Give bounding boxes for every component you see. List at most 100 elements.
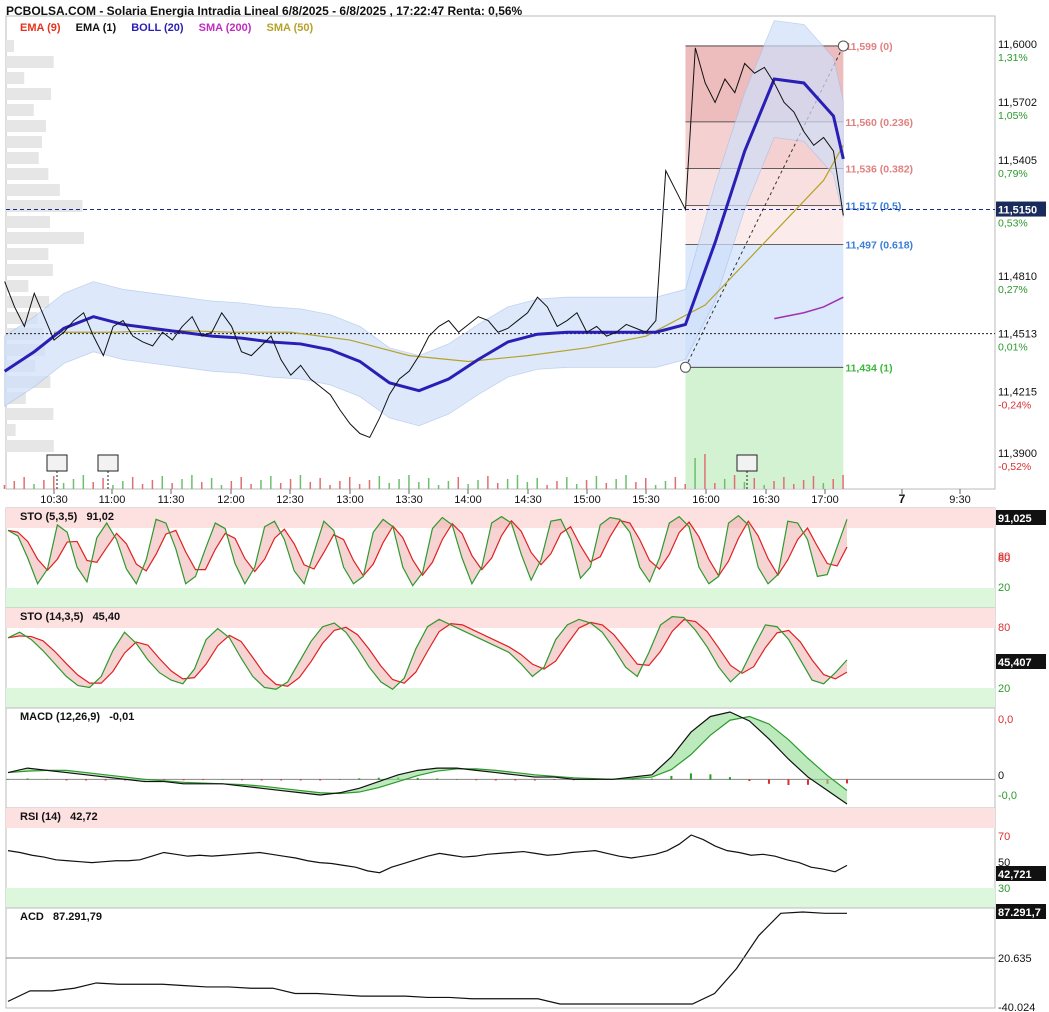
volume-profile-bar [6,424,16,436]
pct-tick-label: 0,53% [998,218,1028,230]
price-tick-label: 11,4513 [998,329,1037,341]
volume-profile-bar [6,232,84,244]
fib-level-label: 11,536 (0.382) [845,164,913,176]
overbought-zone [6,808,995,828]
volume-bar [171,483,173,489]
macd-histogram-bar [7,779,9,780]
volume-bar [53,476,55,489]
volume-bar [3,485,6,489]
volume-bar [230,481,233,489]
level-label: 30 [998,883,1010,895]
volume-bar [546,485,548,489]
volume-bar [33,484,35,489]
x-tick-label: 11:30 [158,494,185,506]
macd-histogram-bar [338,779,341,780]
volume-profile-bar [6,88,52,100]
level-label: 70 [998,831,1010,843]
macd-histogram-bar [260,779,263,781]
volume-bar [723,479,726,489]
volume-bar [339,481,341,489]
volume-bar [23,477,25,489]
chart-canvas: 11,599 (0) 11,560 (0.236) 11,536 (0.382) 11… [3,15,1046,1012]
volume-bar [427,478,430,489]
volume-profile-bar [6,152,39,164]
volume-bar [645,478,647,489]
sto14-title: STO (14,3,5) 45,40 [20,611,121,623]
macd-histogram-bar [553,779,556,781]
volume-bar [467,484,469,489]
volume-bar [378,476,381,489]
macd-histogram-bar [299,779,302,781]
volume-bar [812,476,815,489]
volume-bar [832,479,834,489]
volume-bar [635,482,637,489]
volume-profile-bar [6,200,83,212]
level-label: 20 [998,683,1010,695]
price-tick-label: 11,4810 [998,271,1037,283]
macd-histogram-bar [748,779,751,782]
macd-histogram-bar [533,779,536,781]
acd-low-label: -40.024 [998,1002,1035,1012]
price-tick-label: 11,5405 [998,155,1037,167]
macd-histogram-bar [709,774,712,780]
volume-bar [82,475,85,489]
volume-bar [447,481,450,489]
x-tick-label: 16:30 [752,494,780,506]
volume-bar [793,484,795,489]
volume-bar [131,477,134,489]
macd-histogram-bar [767,779,770,784]
macd-histogram-bar [26,778,29,780]
macd-histogram-bar [46,779,49,780]
last-price-label: 11,5150 [998,205,1037,217]
macd-histogram-bar [104,779,107,781]
volume-bar [714,483,716,489]
price-panel-frame [5,15,996,490]
fib-level-label: 11,560 (0.236) [845,117,913,129]
macd-histogram-bar [787,779,790,786]
volume-profile-bar [6,72,25,84]
volume-bar [506,479,509,489]
macd-histogram-bar [163,779,166,781]
x-tick-label: 10:30 [40,494,68,506]
volume-bar [112,485,114,489]
volume-bar [299,475,302,489]
price-tick-label: 11,3900 [998,448,1037,460]
fib-level-label: 11,434 (1) [845,362,892,374]
volume-bar [72,479,75,489]
volume-bar [358,484,361,489]
volume-bar [102,478,104,489]
macd-histogram-bar [494,779,497,781]
macd-histogram-bar [650,778,653,780]
volume-bar [92,482,94,489]
volume-profile-bar [6,184,60,196]
pct-tick-label: 0,27% [998,284,1028,296]
price-tick-label: 11,4215 [998,387,1037,399]
volume-profile-bar [6,216,50,228]
pct-tick-label: 1,31% [998,52,1028,64]
volume-bar [418,482,420,489]
volume-bar [605,483,608,489]
overbought-zone [6,608,995,628]
volume-profile-bar [6,56,54,68]
volume-bar [615,479,617,489]
sto5-last-value: 91,025 [998,513,1032,525]
volume-bar [368,480,371,489]
volume-bar [250,484,252,489]
legend-boll: BOLL (20) [131,22,184,34]
volume-bar [694,458,696,489]
volume-bar [270,476,272,489]
oversold-zone [6,688,995,708]
macd-histogram-bar [241,779,244,781]
volume-bar [822,483,825,489]
macd-histogram-bar [85,779,88,781]
volume-bar [141,484,144,489]
volume-bar [220,485,223,489]
volume-bar [753,478,756,489]
volume-bar [487,476,489,489]
x-tick-label: 9:30 [949,494,970,506]
volume-profile-bar [6,264,53,276]
oversold-zone [6,888,995,908]
pct-tick-label: -0,52% [998,461,1031,473]
volume-bar [408,475,410,489]
volume-profile-bar [6,168,49,180]
